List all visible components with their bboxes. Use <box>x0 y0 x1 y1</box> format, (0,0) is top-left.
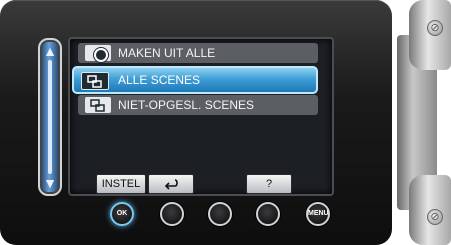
camera-body: ▲ ▼ MAKEN UIT ALLE ALLE SCENES NIET-OPGE… <box>0 0 392 245</box>
hardware-button-3[interactable] <box>208 202 232 226</box>
hardware-button-4[interactable] <box>256 202 280 226</box>
menu-item-maken-uit-alle[interactable]: MAKEN UIT ALLE <box>78 43 318 63</box>
menu-item-label: ALLE SCENES <box>118 73 201 87</box>
instel-button[interactable]: INSTEL <box>96 174 146 194</box>
hardware-button-2[interactable] <box>160 202 184 226</box>
menu-item-label: MAKEN UIT ALLE <box>118 46 216 60</box>
menu-item-niet-opgesl-scenes[interactable]: NIET-OPGESL. SCENES <box>78 95 318 115</box>
scroll-slider[interactable]: ▲ ▼ <box>38 38 62 196</box>
back-arrow-icon <box>164 179 178 190</box>
screen-hinge: ⊘ ⊘ <box>381 0 451 245</box>
disc-icon <box>85 45 111 62</box>
slider-down-arrow-icon: ▼ <box>43 175 57 191</box>
disc-glyph <box>94 48 108 62</box>
back-button[interactable] <box>148 174 194 194</box>
slider-up-arrow-icon: ▲ <box>43 43 57 59</box>
slider-track <box>48 60 52 174</box>
menu-item-alle-scenes[interactable]: ALLE SCENES <box>72 66 318 94</box>
hinge-top <box>409 0 451 70</box>
unsaved-scenes-icon <box>85 97 111 113</box>
lcd-screen: MAKEN UIT ALLE ALLE SCENES NIET-OPGESL. … <box>68 37 334 196</box>
menu-button[interactable]: MENU <box>306 202 330 226</box>
menu-item-label: NIET-OPGESL. SCENES <box>118 98 255 112</box>
screw-icon: ⊘ <box>427 20 443 36</box>
screw-icon: ⊘ <box>427 209 443 225</box>
help-button[interactable]: ? <box>246 174 292 194</box>
scenes-icon <box>81 72 109 90</box>
ok-button[interactable]: OK <box>110 202 134 226</box>
